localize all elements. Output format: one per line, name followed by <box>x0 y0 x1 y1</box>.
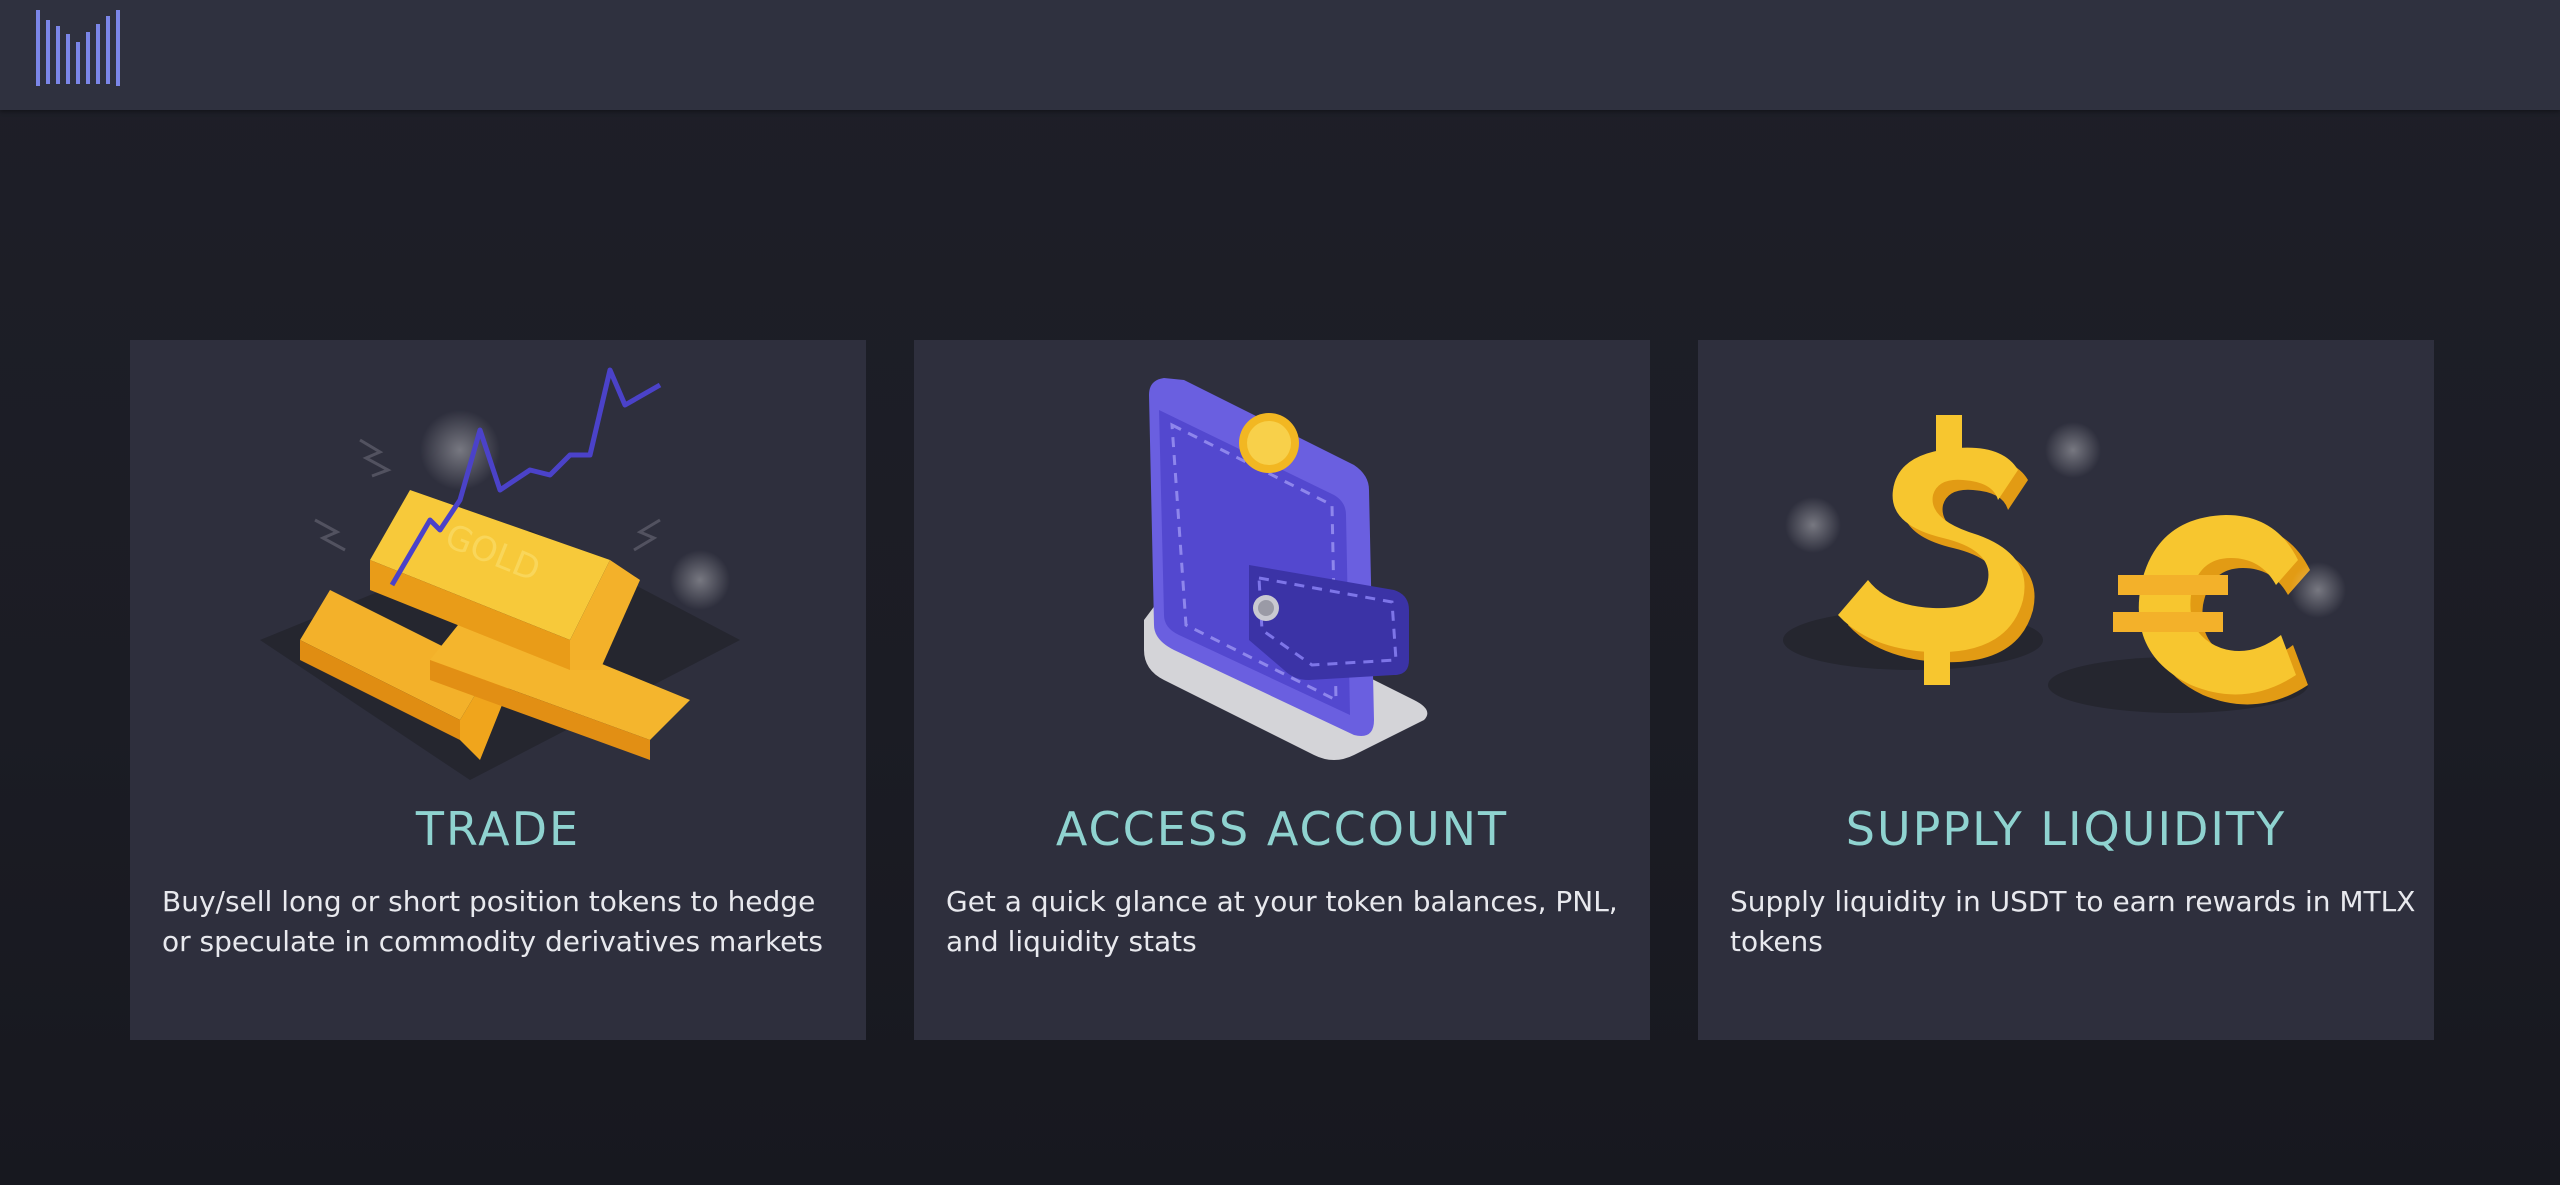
top-nav-bar <box>0 0 2560 110</box>
card-description: Supply liquidity in USDT to earn rewards… <box>1730 885 2416 958</box>
wallet-icon <box>1144 378 1428 760</box>
bar-chart-logo-icon[interactable] <box>34 8 126 88</box>
trade-card[interactable]: GOLD TRADE Buy/sell long or short positi… <box>130 340 866 1040</box>
card-description: Buy/sell long or short position tokens t… <box>162 885 823 958</box>
feature-cards: GOLD TRADE Buy/sell long or short positi… <box>0 340 2560 1040</box>
card-title: ACCESS ACCOUNT <box>1055 802 1509 856</box>
card-title: TRADE <box>415 802 581 856</box>
access-account-card[interactable]: ACCESS ACCOUNT Get a quick glance at you… <box>914 340 1650 1040</box>
supply-liquidity-card[interactable]: SUPPLY LIQUIDITY Supply liquidity in USD… <box>1698 340 2434 1040</box>
dollar-euro-icon <box>1783 415 2346 713</box>
card-description: Get a quick glance at your token balance… <box>946 885 1618 958</box>
gold-bars-chart-icon: GOLD <box>260 367 740 780</box>
card-title: SUPPLY LIQUIDITY <box>1845 802 2287 856</box>
